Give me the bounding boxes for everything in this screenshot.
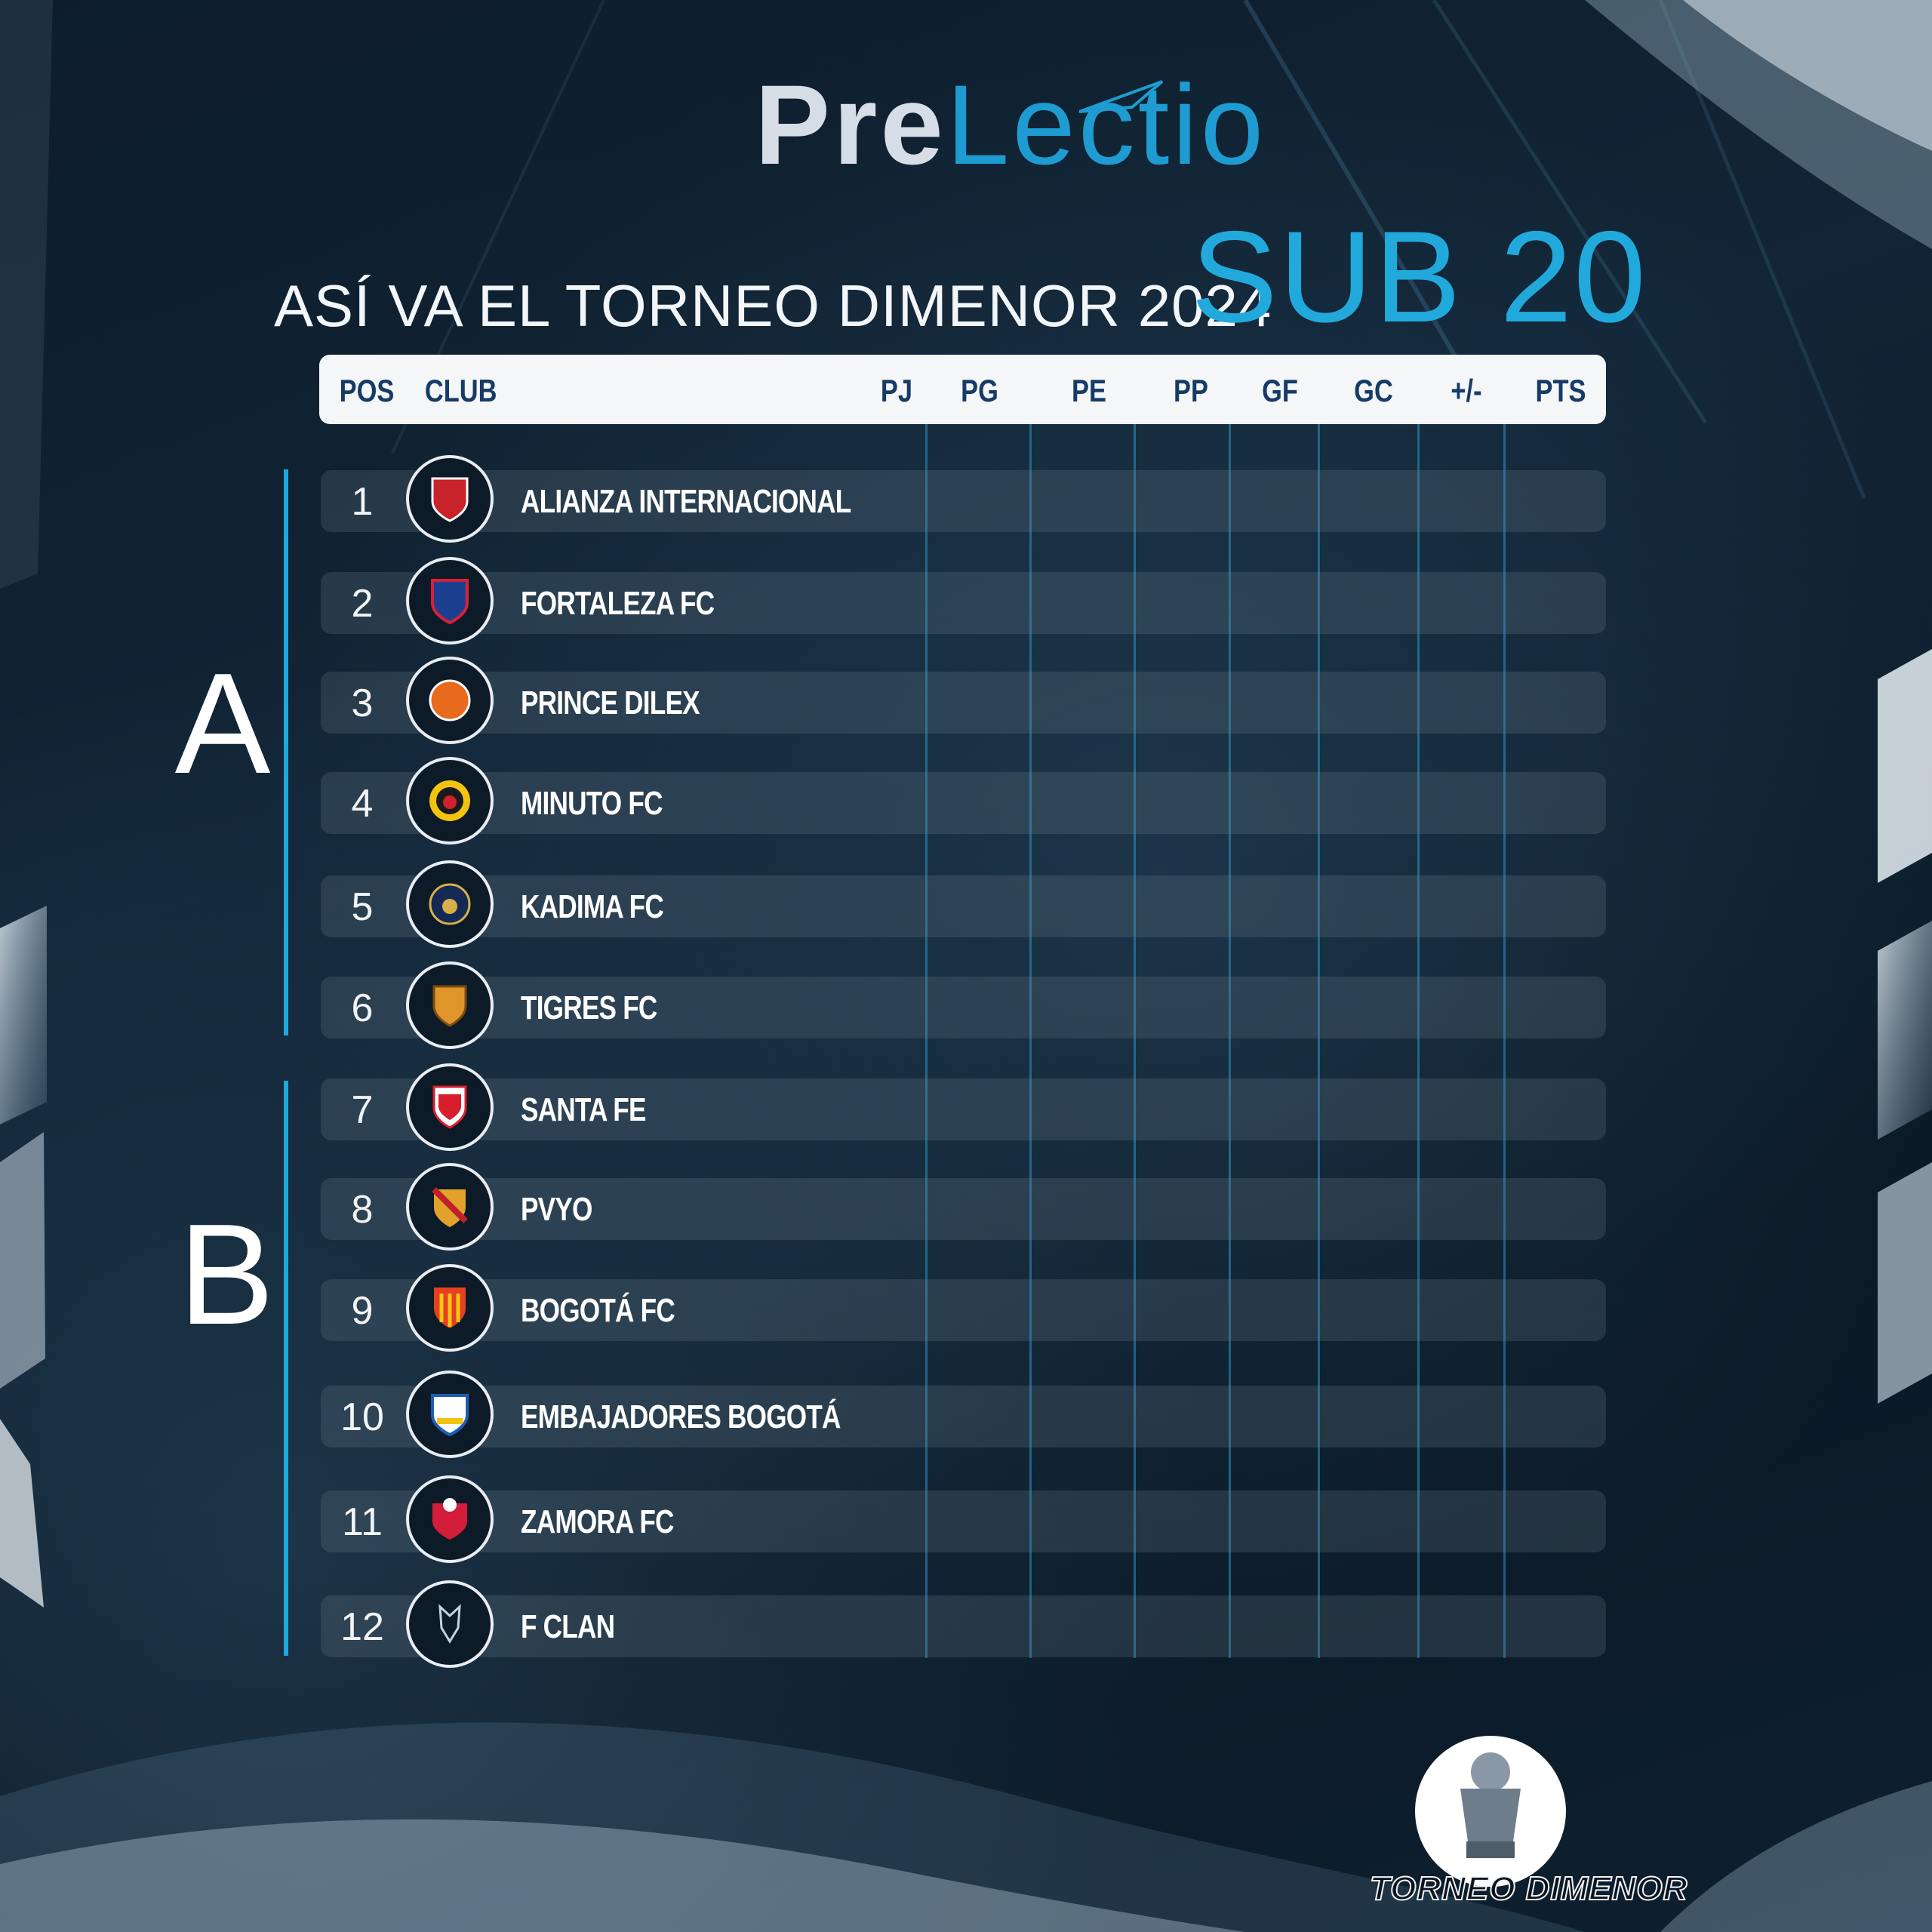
group-a-label: A <box>174 644 271 804</box>
table-row: 6 TIGRES FC <box>321 961 1606 1049</box>
team-name: EMBAJADORES BOGOTÁ <box>521 1398 841 1435</box>
torneo-dimenor-logo: TORNEO DIMENOR <box>1369 1728 1688 1917</box>
prelectio-logo: PreLectio <box>755 60 1263 196</box>
header-gc: GC <box>1354 373 1393 408</box>
team-name: SANTA FE <box>521 1091 646 1128</box>
team-crest-icon <box>406 1475 494 1563</box>
header-pj: PJ <box>880 373 913 408</box>
row-position: 9 <box>351 1289 374 1333</box>
team-crest-icon <box>406 1264 494 1352</box>
team-name: KADIMA FC <box>521 888 664 925</box>
row-position: 1 <box>351 480 374 524</box>
header-pos: POS <box>339 373 395 408</box>
row-position: 10 <box>340 1395 384 1439</box>
row-position: 5 <box>351 885 374 929</box>
team-crest-icon <box>406 1371 494 1458</box>
team-crest-icon <box>406 657 494 744</box>
team-crest-icon <box>406 1063 494 1151</box>
team-name: FORTALEZA FC <box>521 585 715 622</box>
header-pg: PG <box>961 373 998 408</box>
team-crest-icon <box>406 455 494 543</box>
table-row: 7 SANTA FE <box>321 1063 1606 1151</box>
row-position: 7 <box>351 1088 374 1132</box>
header-pp: PP <box>1174 373 1208 408</box>
table-row: 1 ALIANZA INTERNACIONAL <box>321 455 1606 543</box>
page-subtitle: ASÍ VA EL TORNEO DIMENOR 2024 <box>274 272 1272 339</box>
brand-wordmark: PreLectio <box>755 61 1267 188</box>
header-pe: PE <box>1072 373 1106 408</box>
group-b-label: B <box>178 1195 275 1355</box>
header-pts: PTS <box>1535 373 1586 408</box>
team-crest-icon <box>406 961 494 1049</box>
table-row: 9 BOGOTÁ FC <box>321 1264 1606 1352</box>
table-row: 8 PVYO <box>321 1163 1606 1251</box>
category-title: SUB 20 <box>1191 205 1647 349</box>
team-name: ALIANZA INTERNACIONAL <box>521 483 851 520</box>
table-row: 11 ZAMORA FC <box>321 1475 1606 1563</box>
header-club: CLUB <box>424 373 497 408</box>
team-crest-icon <box>406 757 494 844</box>
trophy-icon <box>1415 1736 1566 1887</box>
team-name: BOGOTÁ FC <box>521 1292 675 1329</box>
brand-swoosh-icon <box>1079 80 1164 113</box>
team-name: TIGRES FC <box>521 989 657 1026</box>
group-b-bar <box>284 1081 288 1656</box>
header-gf: GF <box>1262 373 1298 408</box>
table-row: 2 FORTALEZA FC <box>321 557 1606 645</box>
row-position: 2 <box>351 582 374 626</box>
team-name: MINUTO FC <box>521 785 663 822</box>
table-row: 4 MINUTO FC <box>321 757 1606 844</box>
team-name: F CLAN <box>521 1608 615 1645</box>
table-row: 5 KADIMA FC <box>321 860 1606 948</box>
header-goal-diff: +/- <box>1451 373 1482 408</box>
team-name: PVYO <box>521 1191 592 1228</box>
row-position: 11 <box>342 1500 383 1544</box>
team-crest-icon <box>406 860 494 948</box>
table-row: 3 PRINCE DILEX <box>321 657 1606 744</box>
row-position: 6 <box>351 986 374 1030</box>
team-crest-icon <box>406 1163 494 1251</box>
row-position: 3 <box>351 681 374 725</box>
team-crest-icon <box>406 557 494 645</box>
torneo-dimenor-text: TORNEO DIMENOR <box>1369 1869 1688 1908</box>
team-crest-icon <box>406 1580 494 1668</box>
row-position: 12 <box>340 1605 384 1649</box>
team-name: ZAMORA FC <box>521 1503 674 1540</box>
row-position: 8 <box>351 1188 374 1232</box>
table-header: POS CLUB PJ PG PE PP GF GC +/- PTS <box>319 355 1606 424</box>
table-row: 10 EMBAJADORES BOGOTÁ <box>321 1371 1606 1458</box>
team-name: PRINCE DILEX <box>521 685 700 721</box>
table-row: 12 F CLAN <box>321 1580 1606 1668</box>
row-position: 4 <box>351 782 374 826</box>
